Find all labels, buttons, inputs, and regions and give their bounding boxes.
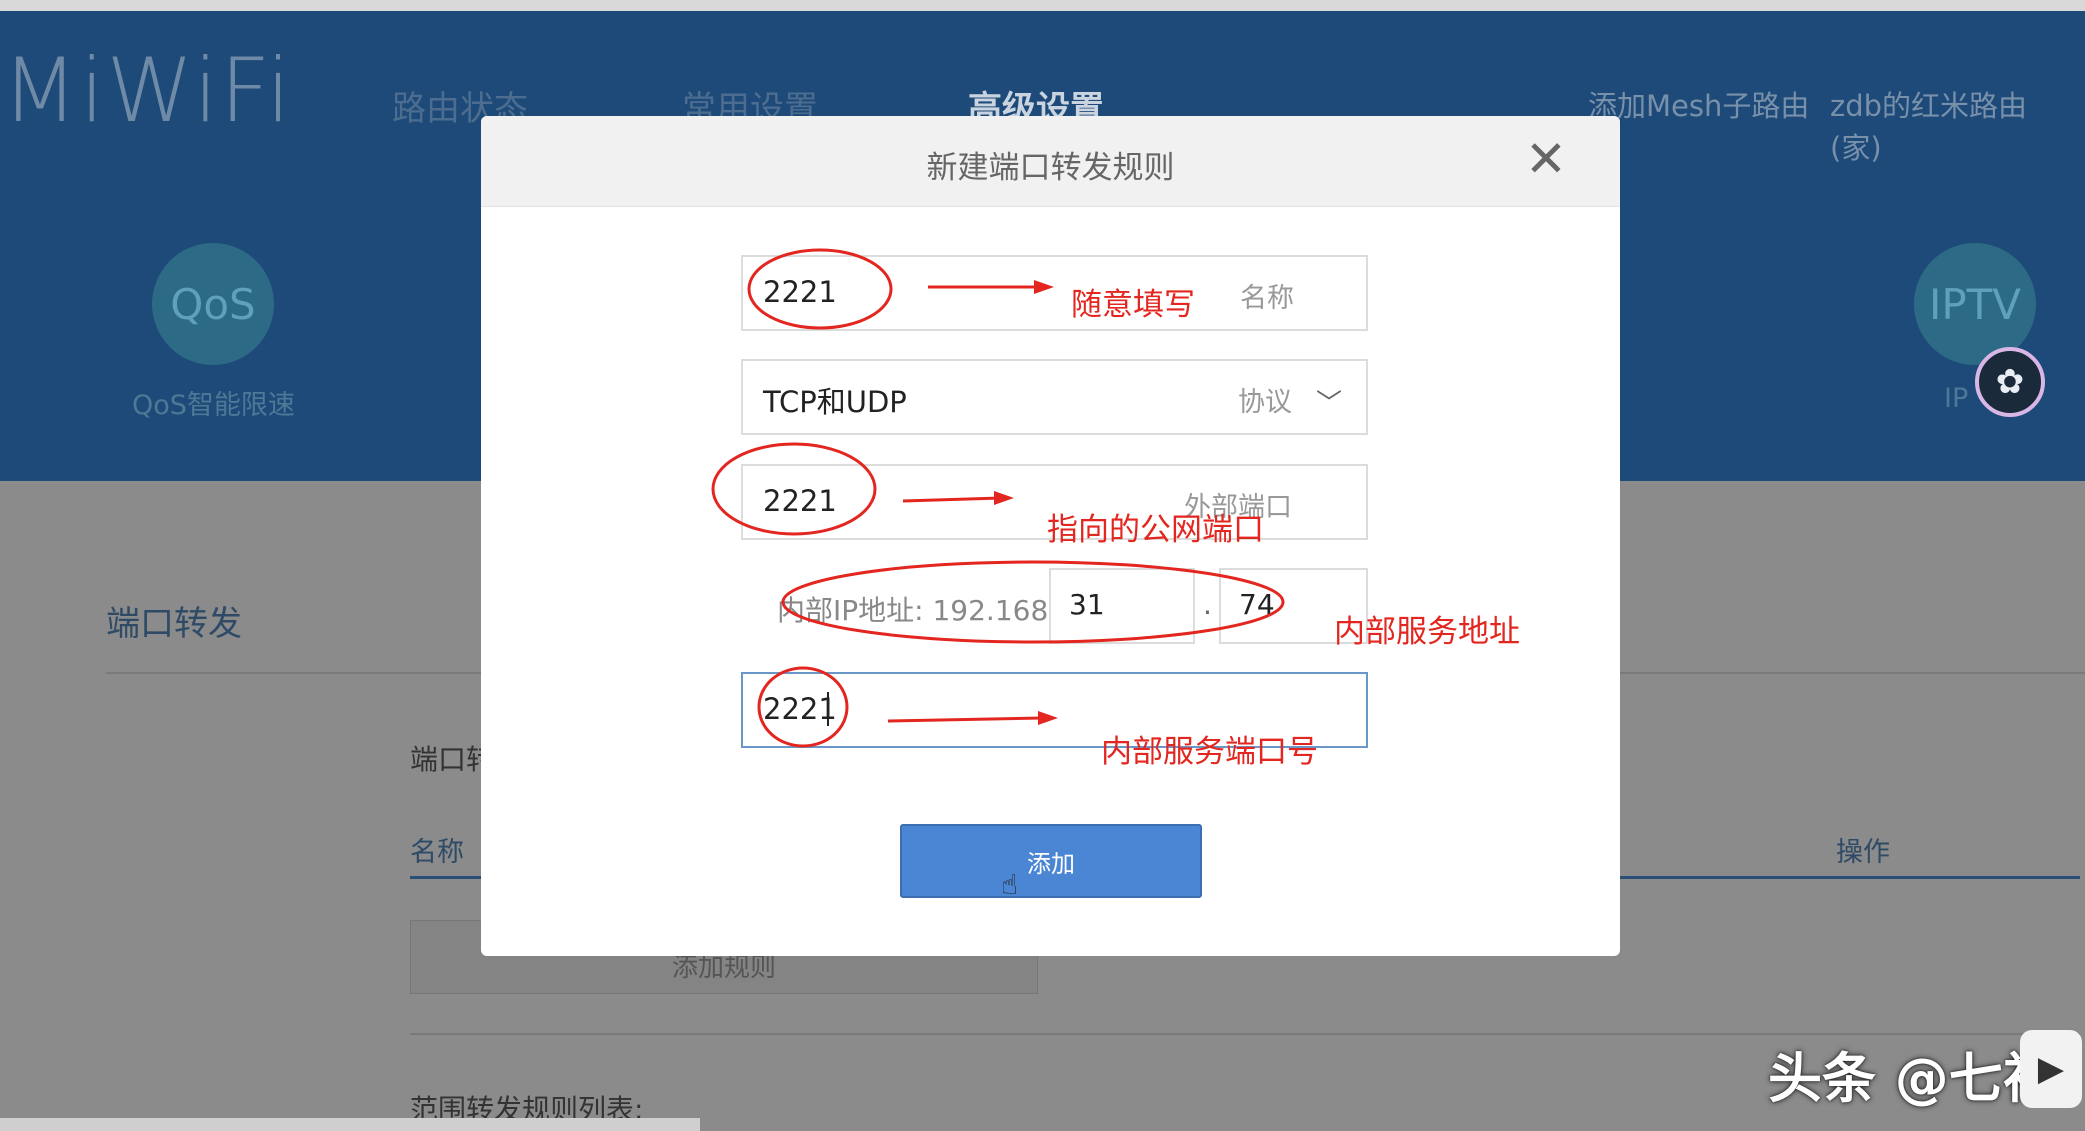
annotation-circle bbox=[747, 248, 893, 330]
tv-icon: ▶ bbox=[2020, 1030, 2082, 1108]
annotation-circle bbox=[711, 442, 877, 536]
annotation-arrowhead bbox=[994, 491, 1014, 505]
annotation-arrowhead bbox=[1038, 711, 1058, 725]
annotation-external-port: 指向的公网端口 bbox=[1047, 512, 1264, 548]
annotation-circle bbox=[757, 666, 849, 748]
annotation-name: 随意填写 bbox=[1071, 287, 1195, 323]
annotation-overlay bbox=[711, 248, 1285, 748]
annotation-internal-ip: 内部服务地址 bbox=[1334, 614, 1520, 650]
annotation-arrow bbox=[887, 716, 1043, 723]
annotation-internal-port: 内部服务端口号 bbox=[1101, 734, 1318, 770]
annotation-arrow bbox=[902, 496, 1002, 503]
annotation-arrowhead bbox=[1034, 280, 1054, 294]
watermark: 头条 @七视 bbox=[1768, 1047, 2057, 1110]
annotation-circle bbox=[781, 560, 1285, 644]
